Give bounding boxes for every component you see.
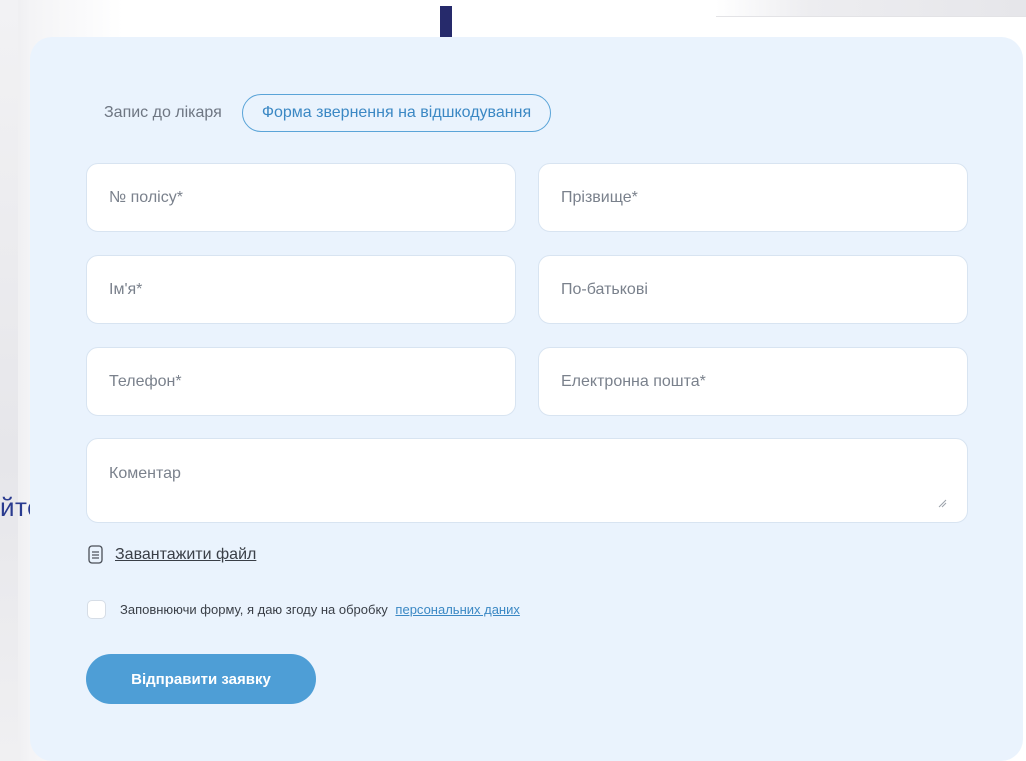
- tab-doctor-appointment[interactable]: Запис до лікаря: [104, 104, 222, 122]
- background-strip: [0, 0, 18, 761]
- comment-textarea[interactable]: Коментар: [86, 438, 968, 523]
- patronymic-field[interactable]: По-батькові: [538, 255, 968, 324]
- background-shape: [716, 0, 1026, 17]
- phone-field[interactable]: Телефон*: [86, 347, 516, 416]
- tab-reimbursement-form[interactable]: Форма звернення на відшкодування: [241, 94, 552, 132]
- email-field[interactable]: Електронна пошта*: [538, 347, 968, 416]
- policy-number-field[interactable]: № полісу*: [86, 163, 516, 232]
- consent-row: Заповнюючи форму, я даю згоду на обробку…: [87, 600, 520, 619]
- consent-checkbox[interactable]: [87, 600, 106, 619]
- document-icon: [88, 545, 103, 564]
- name-field[interactable]: Ім'я*: [86, 255, 516, 324]
- upload-file-link[interactable]: Завантажити файл: [115, 546, 256, 564]
- form-tabs: Запис до лікаря Форма звернення на відшк…: [104, 94, 552, 132]
- resize-grip-icon[interactable]: [937, 498, 947, 508]
- reimbursement-form-card: Запис до лікаря Форма звернення на відшк…: [30, 37, 1023, 761]
- consent-label: Заповнюючи форму, я даю згоду на обробку: [120, 602, 388, 617]
- comment-placeholder: Коментар: [109, 465, 181, 482]
- consent-text: Заповнюючи форму, я даю згоду на обробку…: [120, 602, 520, 617]
- submit-button[interactable]: Відправити заявку: [86, 654, 316, 704]
- upload-file-row[interactable]: Завантажити файл: [88, 545, 256, 564]
- personal-data-link[interactable]: персональних даних: [395, 602, 519, 617]
- surname-field[interactable]: Прізвище*: [538, 163, 968, 232]
